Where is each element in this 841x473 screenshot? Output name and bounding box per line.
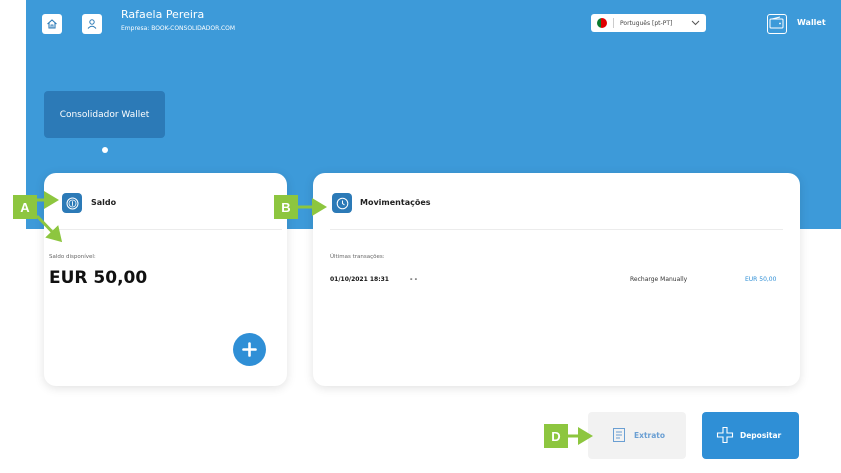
wallet-button[interactable] — [767, 14, 787, 34]
home-button[interactable] — [42, 14, 62, 34]
wallet-label: Wallet — [797, 18, 826, 27]
coin-icon — [66, 197, 78, 209]
depositar-label: Depositar — [740, 431, 782, 440]
extrato-button[interactable]: Extrato — [588, 412, 686, 459]
user-company: Empresa: BOOK-CONSOLIDADOR.COM — [121, 25, 236, 32]
depositar-button[interactable]: Depositar — [702, 412, 799, 459]
saldo-icon-box — [62, 193, 82, 213]
saldo-balance: EUR 50,00 — [49, 268, 148, 288]
user-name: Rafaela Pereira — [121, 8, 205, 21]
saldo-available-label: Saldo disponível: — [49, 254, 96, 260]
table-row[interactable]: 01/10/2021 18:31 - - Recharge Manually E… — [330, 276, 781, 286]
annotation-badge-d: D — [544, 424, 568, 448]
recent-transactions-label: Últimas transações: — [330, 254, 385, 260]
movimentacoes-divider — [330, 229, 783, 230]
saldo-title: Saldo — [91, 198, 117, 207]
clock-icon — [336, 197, 348, 209]
language-divider — [613, 18, 614, 28]
top-header: Rafaela Pereira Empresa: BOOK-CONSOLIDAD… — [26, 0, 841, 48]
saldo-card: Saldo Saldo disponível: EUR 50,00 — [44, 173, 287, 386]
annotation-badge-a: A — [13, 195, 37, 219]
annotation-badge-b: B — [274, 195, 298, 219]
flag-icon — [597, 18, 607, 28]
language-value: Português [pt-PT] — [620, 19, 673, 27]
user-profile-button[interactable] — [82, 14, 102, 34]
movimentacoes-card: Movimentações Últimas transações: 01/10/… — [313, 173, 800, 386]
home-icon — [47, 19, 57, 29]
plus-icon — [242, 342, 257, 357]
tab-label: Consolidador Wallet — [59, 109, 150, 120]
transaction-date: 01/10/2021 18:31 — [330, 276, 389, 283]
user-icon — [87, 19, 97, 29]
chevron-down-icon — [691, 20, 700, 26]
movimentacoes-title: Movimentações — [360, 198, 431, 207]
tab-consolidador-wallet[interactable]: Consolidador Wallet — [44, 91, 165, 138]
movimentacoes-icon-box — [332, 193, 352, 213]
extrato-label: Extrato — [634, 431, 666, 440]
transaction-amount: EUR 50,00 — [745, 276, 777, 283]
plus-icon — [716, 426, 734, 444]
transaction-description: Recharge Manually — [630, 276, 688, 283]
add-funds-button[interactable] — [233, 333, 266, 366]
document-icon — [613, 428, 625, 442]
language-select[interactable]: Português [pt-PT] — [591, 14, 706, 32]
wallet-icon — [769, 16, 784, 29]
transaction-reference: - - — [410, 276, 418, 283]
carousel-dot[interactable] — [102, 147, 108, 153]
saldo-divider — [49, 229, 282, 230]
